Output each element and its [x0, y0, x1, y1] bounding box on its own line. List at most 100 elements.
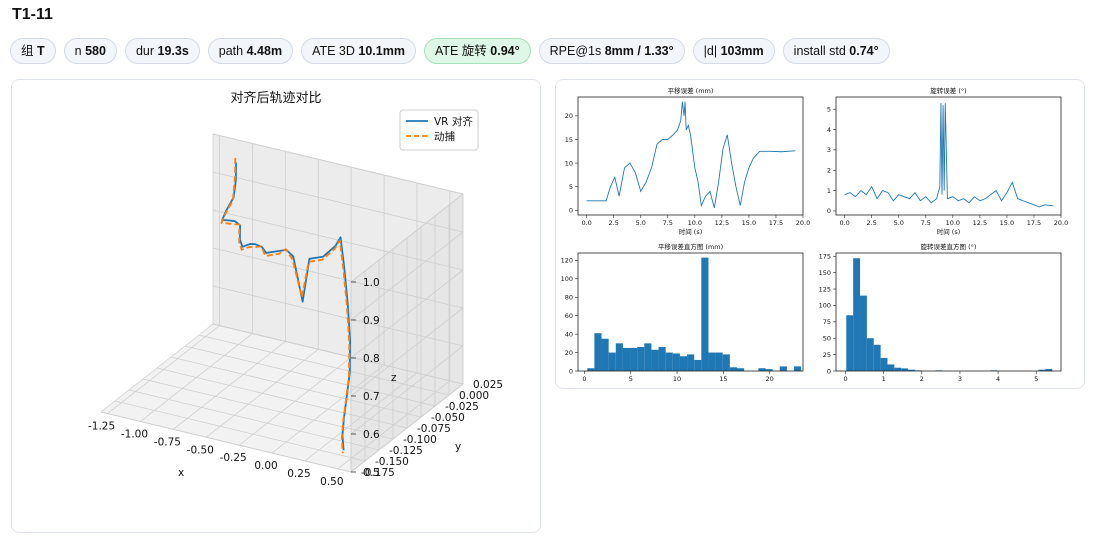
x-tick-label: -0.25 [220, 452, 247, 464]
histogram-bar [658, 347, 666, 371]
trajectory-panel: -1.25 -1.00 -0.75 -0.50 -0.25 0.00 0.25 0.50 0.0… [11, 79, 541, 533]
histogram-bar [846, 315, 854, 371]
stat-chip-rpe: RPE@1s 8mm / 1.33° [538, 38, 685, 64]
x-tick-label: -0.75 [154, 436, 181, 448]
stat-chip-group: 组 T [10, 38, 56, 64]
x-tick-label: -1.00 [121, 428, 148, 440]
x-tick-label: 0 [843, 375, 847, 383]
stat-chip-duration: dur 19.3s [124, 38, 200, 64]
x-tick-label: -1.25 [88, 421, 115, 433]
histogram-bar [880, 357, 888, 371]
y-tick-label: 5 [827, 106, 831, 114]
z-tick-label: 0.8 [363, 353, 380, 365]
x-axis-label: 时间 (s) [937, 227, 961, 236]
y-tick-label: 80 [565, 294, 573, 302]
z-tick-label: 0.5 [363, 467, 380, 479]
stat-chip-distance: |d| 103mm [692, 38, 775, 64]
histogram-bar [608, 352, 616, 371]
y-tick-label: 2 [827, 167, 831, 175]
x-axis-label: x [178, 467, 184, 479]
x-tick-label: 0.0 [581, 219, 591, 227]
x-tick-label: 4 [996, 375, 1000, 383]
y-tick-label: 125 [819, 285, 831, 293]
x-tick-label: 0.0 [839, 219, 849, 227]
histogram-bar [866, 338, 874, 371]
histogram-bar [894, 367, 902, 371]
z-tick-label: 1.0 [363, 277, 380, 289]
x-tick-label: 10.0 [946, 219, 960, 227]
y-tick-label: 50 [823, 335, 831, 343]
histogram-bar [729, 367, 737, 371]
histogram-bar [587, 368, 595, 371]
x-tick-label: 2.5 [867, 219, 877, 227]
histogram-bar [644, 343, 652, 371]
histogram-bar [708, 352, 716, 371]
error-charts: 平移误差 (mm)0.0 2.5 5.0 7.5 10.0 12.5 15.0 17.5 20.… [561, 86, 1069, 383]
x-tick-label: 7.5 [921, 219, 931, 227]
legend: VR 对齐动捕 [399, 109, 479, 151]
y-axis-label: y [455, 441, 461, 453]
histogram-bar [860, 295, 867, 371]
y-tick-label: 10 [565, 159, 573, 167]
x-tick-label: 12.5 [973, 219, 987, 227]
subchart-title: 平移误差 (mm) [668, 86, 714, 95]
histogram-bar [853, 258, 861, 371]
x-tick-label: -0.50 [187, 444, 214, 456]
y-tick-label: 0 [827, 367, 831, 375]
axes-frame [577, 96, 804, 216]
error-chart-0: 平移误差 (mm) 0.0 2.5 5.0 7.5 10.0 12.5 15.0 17.5 20.… [565, 86, 811, 236]
histogram-bar [715, 352, 723, 371]
x-tick-label: 20 [766, 375, 774, 383]
legend-label-1: 动捕 [434, 130, 455, 143]
trajectory-plot: -1.25-1.00-0.75-0.50-0.250.000.250.500.0… [88, 90, 503, 488]
histogram-bar [701, 257, 709, 371]
x-tick-label: 0.25 [287, 468, 310, 480]
histogram-bar [794, 366, 802, 371]
x-tick-label: 0.00 [254, 460, 277, 472]
subchart-title: 旋转误差直方图 (°) [921, 242, 977, 251]
y-tick-label: 60 [565, 312, 573, 320]
x-tick-label: 5.0 [636, 219, 646, 227]
x-tick-label: 20.0 [796, 219, 810, 227]
y-tick-label: 175 [819, 253, 831, 261]
x-tick-label: 7.5 [663, 219, 673, 227]
y-tick-label: 75 [823, 318, 831, 326]
histogram-bar [665, 352, 673, 371]
y-tick-label: 150 [819, 269, 831, 277]
x-tick-label: 17.5 [769, 219, 783, 227]
x-tick-label: 12.5 [715, 219, 729, 227]
y-tick-label: 5 [569, 183, 573, 191]
x-tick-label: 15.0 [742, 219, 756, 227]
y-tick-label: 25 [823, 351, 831, 359]
histogram-bar [651, 349, 659, 371]
histogram-bar [887, 364, 895, 371]
histogram-bar [722, 354, 730, 371]
y-tick-label: 4 [827, 126, 831, 134]
z-tick-label: 0.6 [363, 429, 380, 441]
histogram-bar [672, 353, 680, 371]
x-tick-label: 5 [629, 375, 633, 383]
x-tick-label: 15.0 [1000, 219, 1014, 227]
histogram-bar [622, 347, 631, 371]
x-tick-label: 5.0 [894, 219, 904, 227]
y-tick-label: 100 [819, 302, 831, 310]
chart-title: 对齐后轨迹对比 [230, 90, 321, 106]
z-axis-label: z [391, 372, 397, 384]
error-series-line [844, 103, 1054, 208]
error-panel: 平移误差 (mm) 0.0 2.5 5.0 7.5 10.0 12.5 15.0 17.5 20.… [555, 79, 1085, 389]
z-tick-label: 0.7 [363, 391, 380, 403]
stats-bar: 组 T n 580 dur 19.3s path 4.48m ATE 3D 10… [10, 38, 890, 64]
stat-chip-n: n 580 [63, 38, 117, 64]
stat-chip-path: path 4.48m [207, 38, 294, 64]
x-tick-label: 1 [882, 375, 886, 383]
histogram-bar [630, 347, 638, 371]
histogram-bar [736, 368, 745, 371]
y-tick-label: 40 [565, 330, 573, 338]
error-chart-3: 旋转误差直方图 (°)0 1 2 3 4 50255075100125150175 [819, 242, 1062, 383]
stat-chip-install-std: install std 0.74° [782, 38, 890, 64]
histogram-bar [687, 354, 695, 371]
histogram-bar [779, 366, 787, 371]
page-title: T1-11 [12, 6, 53, 23]
legend-label-0: VR 对齐 [434, 115, 473, 128]
x-tick-label: 17.5 [1027, 219, 1041, 227]
